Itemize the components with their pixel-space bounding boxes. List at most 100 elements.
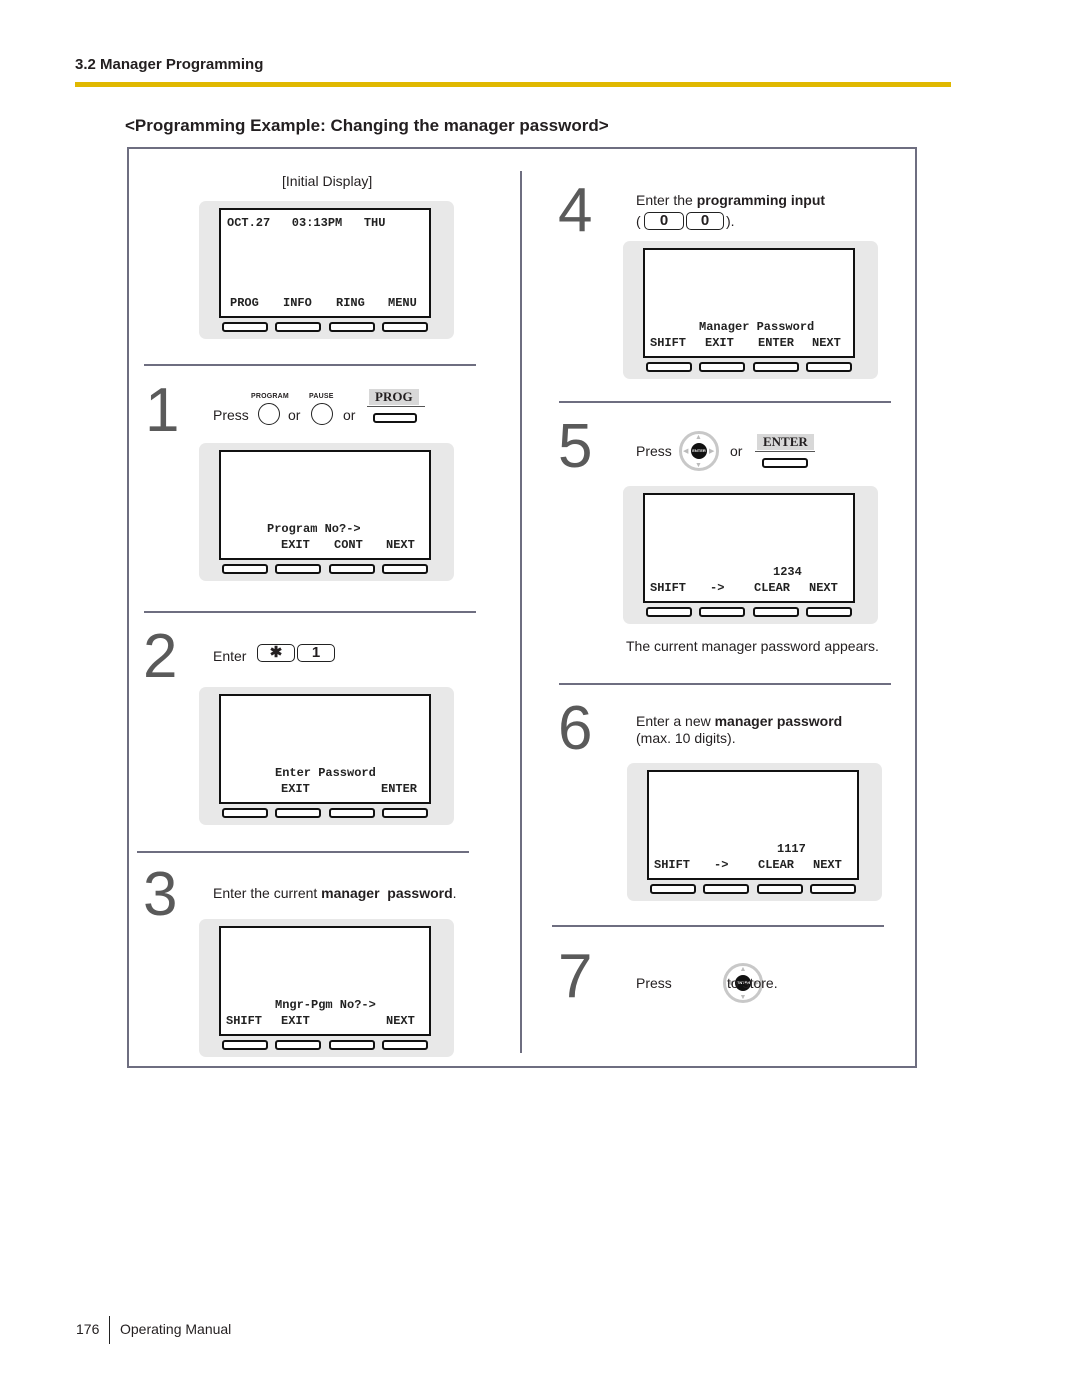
step-number-4: 4 [558, 176, 593, 245]
pause-button-label: PAUSE [309, 393, 334, 400]
soft-key-3[interactable] [329, 564, 375, 574]
lcd-screen: Mngr-Pgm No?-> SHIFT EXIT NEXT [219, 926, 431, 1036]
step3-instruction: Enter the current manager password. [213, 885, 457, 901]
digit-1-key[interactable]: 1 [297, 644, 335, 662]
lcd-key-label: CLEAR [758, 858, 795, 872]
instruction-emphasis: manager password [714, 713, 843, 729]
lcd-key-label: INFO [283, 296, 312, 310]
soft-key-4[interactable] [382, 322, 428, 332]
soft-key-2[interactable] [275, 322, 321, 332]
step6-instruction: Enter a new manager password [636, 713, 842, 729]
soft-key-4[interactable] [806, 362, 852, 372]
lcd-key-label: ENTER [381, 782, 418, 796]
phone-display-step3: Mngr-Pgm No?-> SHIFT EXIT NEXT [199, 919, 454, 1057]
soft-key-2[interactable] [699, 362, 745, 372]
phone-display-initial: OCT.27 03:13PM THU PROG INFO RING MENU [199, 201, 454, 339]
enter-soft-key[interactable] [762, 458, 808, 468]
footer-title: Operating Manual [120, 1321, 232, 1337]
step-number-5: 5 [558, 412, 593, 481]
step-divider [552, 925, 884, 927]
lcd-screen: Program No?-> EXIT CONT NEXT [219, 450, 431, 560]
step-divider [559, 683, 891, 685]
lcd-key-label: MENU [388, 296, 417, 310]
or-text: or [343, 407, 356, 423]
instruction-text: Enter a new [636, 713, 715, 729]
step-divider [144, 611, 476, 613]
lcd-key-label: RING [336, 296, 365, 310]
soft-key-4[interactable] [382, 1040, 428, 1050]
soft-key-4[interactable] [382, 564, 428, 574]
lcd-password-value: 1117 [777, 842, 806, 856]
lcd-password-value: 1234 [773, 565, 802, 579]
lcd-key-label: NEXT [813, 858, 842, 872]
lcd-key-label: SHIFT [650, 336, 687, 350]
pause-button[interactable] [311, 403, 333, 425]
navigator-enter-button[interactable]: ▲ ▼ ◀ ▶ ENTER [679, 431, 719, 471]
lcd-screen: 1117 SHIFT -> CLEAR NEXT [647, 770, 859, 880]
or-text: or [730, 443, 743, 459]
soft-key-3[interactable] [329, 808, 375, 818]
step-number-7: 7 [558, 942, 593, 1011]
soft-key-4[interactable] [382, 808, 428, 818]
lcd-screen: OCT.27 03:13PM THU PROG INFO RING MENU [219, 208, 431, 318]
phone-display-step6: 1117 SHIFT -> CLEAR NEXT [627, 763, 882, 901]
soft-key-3[interactable] [329, 322, 375, 332]
phone-display-step5: 1234 SHIFT -> CLEAR NEXT [623, 486, 878, 624]
star-key[interactable]: ✱ [257, 644, 295, 662]
soft-key-1[interactable] [222, 808, 268, 818]
press-text: Press [636, 443, 672, 459]
enter-text: Enter [213, 648, 247, 664]
prog-softkey-label: PROG [369, 389, 419, 405]
soft-key-2[interactable] [699, 607, 745, 617]
step-divider [559, 401, 891, 403]
lcd-key-label: NEXT [386, 1014, 415, 1028]
lcd-screen: Manager Password SHIFT EXIT ENTER NEXT [643, 248, 855, 358]
soft-key-1[interactable] [222, 564, 268, 574]
footer-divider [109, 1316, 110, 1344]
arrow-down-icon: ▼ [739, 994, 747, 1001]
soft-key-2[interactable] [275, 1040, 321, 1050]
lcd-key-label: SHIFT [650, 581, 687, 595]
lcd-message: Mngr-Pgm No?-> [275, 998, 376, 1012]
program-button[interactable] [258, 403, 280, 425]
instruction-text: Enter the current [213, 885, 322, 901]
soft-key-3[interactable] [757, 884, 803, 894]
soft-key-3[interactable] [753, 607, 799, 617]
phone-display-step1: Program No?-> EXIT CONT NEXT [199, 443, 454, 581]
phone-display-step2: Enter Password EXIT ENTER [199, 687, 454, 825]
program-button-label: PROGRAM [251, 393, 289, 400]
lcd-key-label: NEXT [386, 538, 415, 552]
store-text: to store. [727, 975, 778, 991]
soft-key-1[interactable] [650, 884, 696, 894]
soft-key-4[interactable] [810, 884, 856, 894]
initial-display-caption: [Initial Display] [282, 173, 373, 189]
lcd-key-label: NEXT [812, 336, 841, 350]
step6-instruction-line2: (max. 10 digits). [636, 730, 736, 746]
lcd-key-label: EXIT [281, 1014, 310, 1028]
section-title: 3.2 Manager Programming [75, 56, 264, 73]
soft-key-2[interactable] [275, 564, 321, 574]
soft-key-1[interactable] [646, 362, 692, 372]
soft-key-2[interactable] [703, 884, 749, 894]
digit-0-key[interactable]: 0 [644, 212, 684, 230]
lcd-key-label: -> [710, 581, 725, 595]
lcd-key-label: SHIFT [226, 1014, 263, 1028]
soft-key-2[interactable] [275, 808, 321, 818]
paren-open: ( [636, 213, 641, 229]
step-number-2: 2 [143, 622, 178, 691]
prog-soft-key[interactable] [373, 413, 417, 423]
or-text: or [288, 407, 301, 423]
soft-key-1[interactable] [646, 607, 692, 617]
step-number-3: 3 [143, 860, 178, 929]
soft-key-4[interactable] [806, 607, 852, 617]
digit-0-key[interactable]: 0 [686, 212, 724, 230]
lcd-message: Program No?-> [267, 522, 361, 536]
lcd-message: Manager Password [699, 320, 815, 334]
enter-softkey-label: ENTER [757, 434, 814, 450]
soft-key-1[interactable] [222, 322, 268, 332]
soft-key-1[interactable] [222, 1040, 268, 1050]
enter-center-icon: ENTER [691, 443, 707, 459]
lcd-key-label: -> [714, 858, 729, 872]
soft-key-3[interactable] [329, 1040, 375, 1050]
soft-key-3[interactable] [753, 362, 799, 372]
